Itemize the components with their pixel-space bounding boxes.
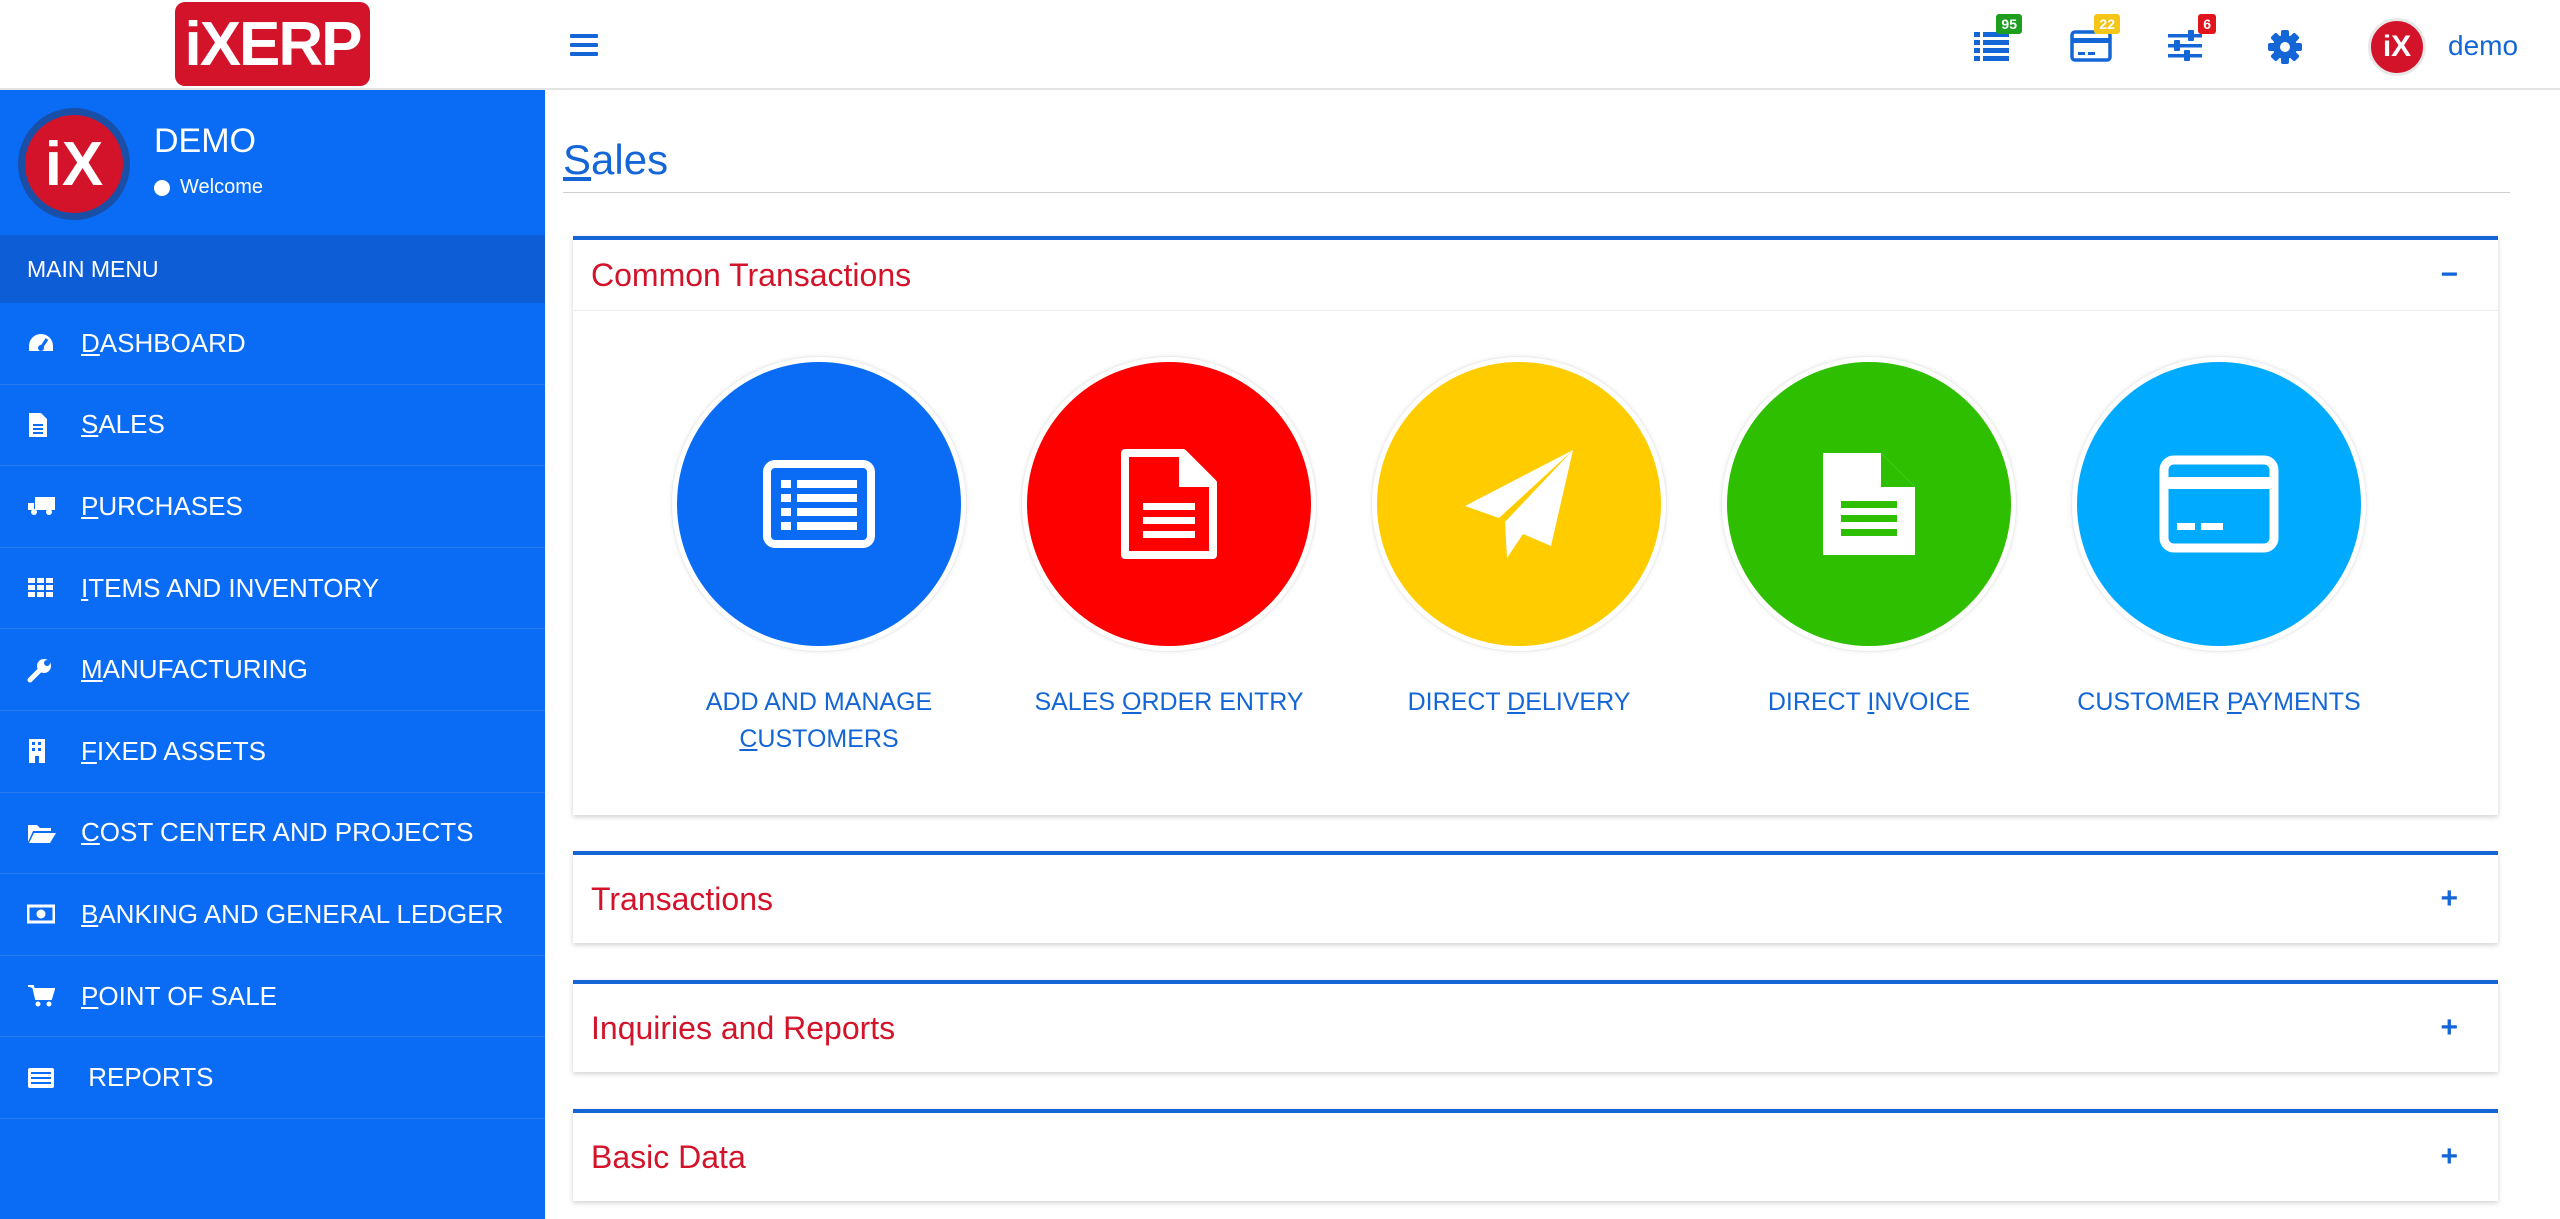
- tile-label: DIRECT DELIVERY: [1407, 688, 1631, 716]
- building-icon: [0, 738, 81, 764]
- grid-icon: [0, 577, 81, 599]
- tile-circle: [1727, 362, 2011, 646]
- expand-icon[interactable]: +: [2440, 1011, 2458, 1045]
- payments-button[interactable]: 22: [2070, 14, 2120, 68]
- truck-icon: [0, 495, 81, 517]
- sidebar-item-sales[interactable]: SALES: [0, 385, 545, 467]
- tachometer-icon: [0, 331, 81, 355]
- sidebar-item-label: ITEMS AND INVENTORY: [81, 572, 380, 603]
- sidebar-item-reports[interactable]: REPORTS: [0, 1037, 545, 1119]
- expand-icon[interactable]: +: [2440, 1140, 2458, 1174]
- tile-label: DIRECT INVOICE: [1767, 688, 1971, 716]
- report-icon: [0, 1067, 81, 1089]
- document-icon: [1121, 449, 1217, 559]
- panel-header[interactable]: Basic Data +: [573, 1113, 2498, 1201]
- sidebar-item-banking-and-general-ledger[interactable]: BANKING AND GENERAL LEDGER: [0, 874, 545, 956]
- cart-icon: [0, 984, 81, 1008]
- top-bar: iXERP 95 22 6 iX demo: [0, 0, 2560, 90]
- online-status-icon: [154, 179, 170, 196]
- sidebar-item-point-of-sale[interactable]: POINT OF SALE: [0, 956, 545, 1038]
- gear-icon: [2268, 30, 2302, 64]
- user-menu[interactable]: demo: [2448, 30, 2518, 62]
- user-profile: iX DEMO Welcome: [0, 90, 545, 235]
- sidebar-item-label: DASHBOARD: [81, 327, 246, 358]
- sidebar-item-manufacturing[interactable]: MANUFACTURING: [0, 629, 545, 711]
- main-menu-header: MAIN MENU: [0, 235, 545, 303]
- panel-header[interactable]: Common Transactions −: [573, 240, 2498, 310]
- profile-name: DEMO: [154, 122, 256, 160]
- paper-plane-icon: [1465, 450, 1573, 558]
- sidebar-item-items-and-inventory[interactable]: ITEMS AND INVENTORY: [0, 548, 545, 630]
- file-icon: [0, 412, 81, 438]
- panel-title: Basic Data: [591, 1138, 746, 1175]
- folder-open-icon: [0, 822, 81, 844]
- money-icon: [0, 904, 81, 924]
- profile-status-text: Welcome: [180, 176, 263, 198]
- payments-badge: 22: [2094, 14, 2120, 34]
- panel-body: ADD AND MANAGE CUSTOMERS SALES ORDER ENT…: [573, 310, 2498, 815]
- tile-label: SALES ORDER ENTRY: [1034, 688, 1304, 716]
- sidebar-item-label: BANKING AND GENERAL LEDGER: [81, 898, 504, 929]
- invoice-icon: [1823, 453, 1915, 555]
- tile-circle: [1027, 362, 1311, 646]
- sidebar-item-cost-center-and-projects[interactable]: COST CENTER AND PROJECTS: [0, 793, 545, 875]
- panel-title: Transactions: [591, 880, 773, 917]
- app-logo[interactable]: iXERP: [175, 2, 370, 86]
- sidebar-item-label: POINT OF SALE: [81, 980, 278, 1011]
- title-divider: [563, 192, 2510, 193]
- settings-button[interactable]: [2266, 28, 2310, 68]
- tile-label: CUSTOMER PAYMENTS: [2077, 688, 2361, 716]
- tile-ring: [2071, 356, 2367, 652]
- tile-add-and-manage-customers[interactable]: ADD AND MANAGE CUSTOMERS: [671, 356, 967, 758]
- tile-circle: [2077, 362, 2361, 646]
- tile-label: ADD AND MANAGE CUSTOMERS: [705, 688, 933, 753]
- sidebar-item-dashboard[interactable]: DASHBOARD: [0, 303, 545, 385]
- tile-sales-order-entry[interactable]: SALES ORDER ENTRY: [1021, 356, 1317, 758]
- expand-icon[interactable]: +: [2440, 882, 2458, 916]
- panel-basic-data: Basic Data +: [573, 1109, 2498, 1201]
- sidebar-item-label: FIXED ASSETS: [81, 735, 266, 766]
- tile-ring: [1021, 356, 1317, 652]
- collapse-icon[interactable]: −: [2440, 258, 2458, 292]
- tile-grid: ADD AND MANAGE CUSTOMERS SALES ORDER ENT…: [671, 356, 2367, 758]
- panel-header[interactable]: Transactions +: [573, 855, 2498, 943]
- panel-inquiries-and-reports: Inquiries and Reports +: [573, 980, 2498, 1072]
- tile-ring: [1371, 356, 1667, 652]
- sidebar-item-purchases[interactable]: PURCHASES: [0, 466, 545, 548]
- sidebar-item-label: COST CENTER AND PROJECTS: [81, 817, 474, 848]
- panel-header[interactable]: Inquiries and Reports +: [573, 984, 2498, 1072]
- sidebar-item-label: SALES: [81, 409, 165, 440]
- panel-common-transactions: Common Transactions − ADD AND MANAGE CUS…: [573, 236, 2498, 815]
- tile-circle: [1377, 362, 1661, 646]
- tile-ring: [1721, 356, 2017, 652]
- credit-card-icon: [2159, 455, 2279, 553]
- main-content: Sales Common Transactions − ADD AND MANA…: [545, 90, 2560, 1219]
- tasks-badge: 95: [1996, 14, 2022, 34]
- profile-avatar: iX: [18, 108, 130, 220]
- tile-direct-delivery[interactable]: DIRECT DELIVERY: [1371, 356, 1667, 758]
- tile-customer-payments[interactable]: CUSTOMER PAYMENTS: [2071, 356, 2367, 758]
- tile-ring: [671, 356, 967, 652]
- tile-direct-invoice[interactable]: DIRECT INVOICE: [1721, 356, 2017, 758]
- menu-toggle-icon[interactable]: [570, 28, 598, 62]
- sidebar-item-label: MANUFACTURING: [81, 654, 308, 685]
- page-title: Sales: [563, 136, 669, 183]
- wrench-icon: [0, 657, 81, 683]
- user-avatar[interactable]: iX: [2368, 18, 2426, 76]
- panel-transactions: Transactions +: [573, 851, 2498, 943]
- preferences-badge: 6: [2198, 14, 2216, 34]
- tile-circle: [677, 362, 961, 646]
- panel-title: Inquiries and Reports: [591, 1009, 896, 1046]
- panel-title: Common Transactions: [591, 256, 912, 293]
- sidebar-item-label: REPORTS: [81, 1062, 214, 1093]
- sidebar: iX DEMO Welcome MAIN MENU DASHBOARD SALE…: [0, 90, 545, 1219]
- tasks-button[interactable]: 95: [1972, 14, 2022, 68]
- preferences-button[interactable]: 6: [2166, 14, 2216, 68]
- profile-status: Welcome: [154, 176, 263, 199]
- sidebar-item-fixed-assets[interactable]: FIXED ASSETS: [0, 711, 545, 793]
- list-alt-icon: [763, 460, 875, 548]
- sidebar-item-label: PURCHASES: [81, 490, 243, 521]
